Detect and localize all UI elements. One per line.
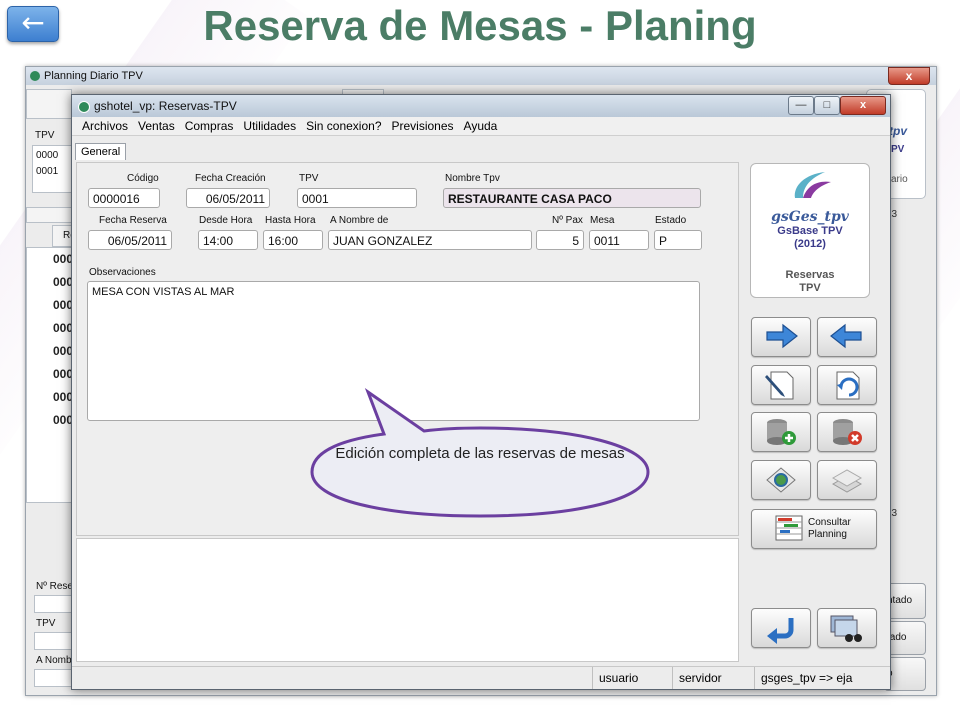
slide-title: Reserva de Mesas - Planing [203, 2, 757, 49]
menu-compras[interactable]: Compras [181, 117, 240, 135]
hasta-hora-field[interactable]: 16:00 [263, 230, 323, 250]
layers-button[interactable] [817, 460, 877, 500]
previous-button[interactable] [817, 317, 877, 357]
edit-button[interactable] [751, 365, 811, 405]
codigo-label: Código [127, 173, 159, 184]
bg-label-nres: Nº Rese [36, 581, 73, 592]
bg-tpv-item[interactable]: 0001 [36, 166, 58, 177]
nombre-tpv-field: RESTAURANTE CASA PACO [443, 188, 701, 208]
nombre-tpv-label: Nombre Tpv [445, 173, 500, 184]
bg-grid: 000 000 000 000 000 000 000 000 [26, 247, 74, 503]
bg-field[interactable] [34, 632, 74, 650]
bg-field[interactable] [34, 669, 74, 687]
consultar-planning-button[interactable]: Consultar Planning [751, 509, 877, 549]
layers-icon [831, 469, 863, 493]
menu-archivos[interactable]: Archivos [78, 117, 134, 135]
bg-label-tpv: TPV [36, 618, 56, 629]
search-binoculars-icon [830, 615, 862, 642]
tab-general[interactable]: General [75, 143, 127, 160]
bg-toolbar-panel [26, 89, 72, 119]
estado-label: Estado [655, 215, 687, 226]
fecha-creacion-label: Fecha Creación [195, 173, 266, 184]
menu-utilidades[interactable]: Utilidades [239, 117, 302, 135]
a-nombre-field[interactable]: JUAN GONZALEZ [328, 230, 532, 250]
app-icon [78, 101, 90, 113]
consultar-planning-label: Consultar Planning [808, 517, 851, 540]
status-bar: usuario servidor gsges_tpv => eja [72, 666, 890, 689]
bg-field[interactable] [34, 595, 74, 613]
estado-field[interactable]: P [654, 230, 702, 250]
undo-document-icon [836, 371, 860, 400]
database-add-icon [767, 419, 796, 445]
add-record-button[interactable] [751, 412, 811, 452]
menu-ayuda[interactable]: Ayuda [460, 117, 504, 135]
logo-brand: gsGes_tpv [771, 209, 849, 225]
minimize-button[interactable]: — [788, 96, 814, 115]
search-button[interactable] [817, 608, 877, 648]
gsges-logo-icon [794, 172, 831, 198]
desde-hora-field[interactable]: 14:00 [198, 230, 258, 250]
bg-label-anombre: A Nombr [36, 655, 75, 666]
status-database: gsges_tpv => eja [754, 667, 888, 689]
reservas-window-title: gshotel_vp: Reservas-TPV [94, 99, 237, 113]
observaciones-label: Observaciones [89, 267, 156, 278]
bg-tpv-label: TPV [35, 130, 55, 141]
maximize-button[interactable]: □ [814, 96, 840, 115]
fecha-reserva-field[interactable]: 06/05/2011 [88, 230, 172, 250]
logo-line3: Reservas [785, 269, 835, 281]
app-icon [30, 71, 40, 81]
desde-hora-label: Desde Hora [199, 215, 253, 226]
planning-close-button[interactable]: x [888, 67, 930, 85]
lower-panel [76, 538, 739, 662]
reservas-window-titlebar: gshotel_vp: Reservas-TPV — □ x [72, 95, 890, 117]
delete-record-button[interactable] [817, 412, 877, 452]
status-servidor: servidor [672, 667, 754, 689]
logo-line4: TPV [799, 282, 821, 294]
status-usuario: usuario [592, 667, 672, 689]
tpv-field[interactable]: 0001 [297, 188, 417, 208]
return-icon [767, 618, 794, 644]
pax-label: Nº Pax [552, 215, 583, 226]
a-nombre-label: A Nombre de [330, 215, 389, 226]
menu-bar: Archivos Ventas Compras Utilidades Sin c… [72, 117, 890, 136]
codigo-field[interactable]: 0000016 [88, 188, 160, 208]
fecha-creacion-field[interactable]: 06/05/2011 [186, 188, 270, 208]
gsges-logo-panel: gsGes_tpv GsBase TPV (2012) Reservas TPV [750, 163, 870, 298]
pax-field[interactable]: 5 [536, 230, 584, 250]
print-icon [766, 467, 796, 493]
logo-line2: (2012) [794, 238, 826, 250]
return-button[interactable] [751, 608, 811, 648]
arrow-left-icon [830, 323, 862, 349]
menu-sin-conexion[interactable]: Sin conexion? [302, 117, 387, 135]
callout-text: Edición completa de las reservas de mesa… [335, 445, 625, 462]
menu-ventas[interactable]: Ventas [134, 117, 181, 135]
logo-line1: GsBase TPV [777, 225, 843, 237]
fecha-reserva-label: Fecha Reserva [99, 215, 167, 226]
mesa-label: Mesa [590, 215, 615, 226]
next-button[interactable] [751, 317, 811, 357]
database-delete-icon [833, 419, 862, 445]
edit-document-icon [765, 371, 794, 400]
planning-window-title: Planning Diario TPV [44, 70, 143, 82]
bg-row-bar [26, 207, 74, 223]
undo-edit-button[interactable] [817, 365, 877, 405]
planning-window-titlebar: Planning Diario TPV x [26, 67, 936, 85]
close-button[interactable]: x [840, 96, 886, 115]
mesa-field[interactable]: 0011 [589, 230, 649, 250]
back-arrow-button[interactable]: ← [7, 6, 59, 42]
planning-icon [775, 515, 803, 541]
tpv-label: TPV [299, 173, 319, 184]
arrow-right-icon [766, 323, 798, 349]
menu-previsiones[interactable]: Previsiones [388, 117, 460, 135]
bg-tpv-item[interactable]: 0000 [36, 150, 58, 161]
hasta-hora-label: Hasta Hora [265, 215, 316, 226]
bg-tpv-list[interactable]: 0000 0001 [32, 145, 74, 193]
print-button[interactable] [751, 460, 811, 500]
